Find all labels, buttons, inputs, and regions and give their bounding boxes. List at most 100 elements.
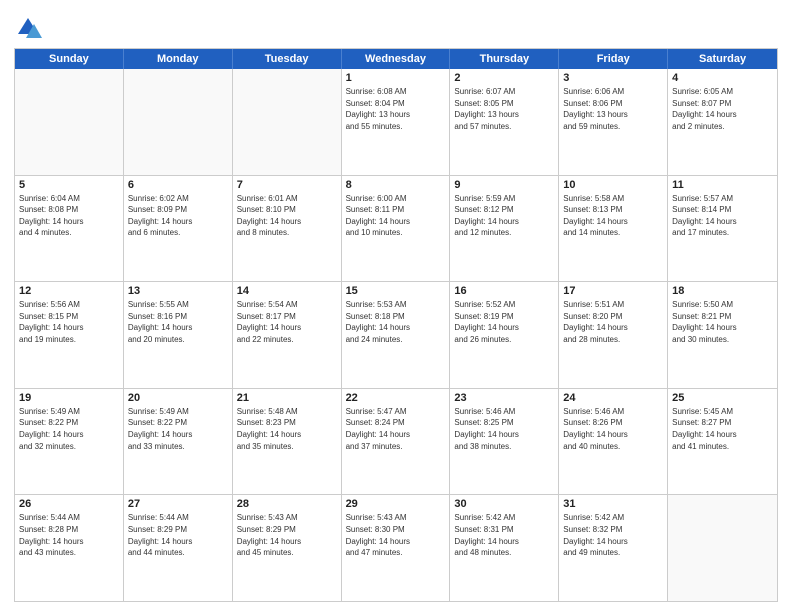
cell-day-number: 21 — [237, 392, 337, 404]
cell-info: Sunrise: 5:49 AM Sunset: 8:22 PM Dayligh… — [19, 406, 119, 452]
cell-day-number: 27 — [128, 498, 228, 510]
header-day-thursday: Thursday — [450, 49, 559, 69]
cell-day-number: 12 — [19, 285, 119, 297]
cal-row-3: 19 Sunrise: 5:49 AM Sunset: 8:22 PM Dayli… — [15, 388, 777, 495]
cal-row-1: 5 Sunrise: 6:04 AM Sunset: 8:08 PM Daylig… — [15, 175, 777, 282]
cell-info: Sunrise: 5:56 AM Sunset: 8:15 PM Dayligh… — [19, 299, 119, 345]
cell-day-number: 26 — [19, 498, 119, 510]
header-day-saturday: Saturday — [668, 49, 777, 69]
cal-cell-empty-0-2 — [233, 69, 342, 175]
cell-day-number: 24 — [563, 392, 663, 404]
cell-info: Sunrise: 5:47 AM Sunset: 8:24 PM Dayligh… — [346, 406, 446, 452]
cell-info: Sunrise: 5:46 AM Sunset: 8:25 PM Dayligh… — [454, 406, 554, 452]
logo-icon — [14, 14, 42, 42]
cell-day-number: 15 — [346, 285, 446, 297]
cal-cell-24: 24 Sunrise: 5:46 AM Sunset: 8:26 PM Dayli… — [559, 389, 668, 495]
cal-cell-17: 17 Sunrise: 5:51 AM Sunset: 8:20 PM Dayli… — [559, 282, 668, 388]
cell-info: Sunrise: 6:08 AM Sunset: 8:04 PM Dayligh… — [346, 86, 446, 132]
header-day-tuesday: Tuesday — [233, 49, 342, 69]
cell-info: Sunrise: 5:46 AM Sunset: 8:26 PM Dayligh… — [563, 406, 663, 452]
cal-cell-10: 10 Sunrise: 5:58 AM Sunset: 8:13 PM Dayli… — [559, 176, 668, 282]
cal-cell-2: 2Sunrise: 6:07 AM Sunset: 8:05 PM Daylig… — [450, 69, 559, 175]
calendar: SundayMondayTuesdayWednesdayThursdayFrid… — [14, 48, 778, 602]
cal-cell-6: 6 Sunrise: 6:02 AM Sunset: 8:09 PM Daylig… — [124, 176, 233, 282]
cal-cell-15: 15 Sunrise: 5:53 AM Sunset: 8:18 PM Dayli… — [342, 282, 451, 388]
cal-cell-4: 4 Sunrise: 6:05 AM Sunset: 8:07 PM Daylig… — [668, 69, 777, 175]
cal-cell-5: 5 Sunrise: 6:04 AM Sunset: 8:08 PM Daylig… — [15, 176, 124, 282]
cal-cell-empty-0-1 — [124, 69, 233, 175]
header-day-monday: Monday — [124, 49, 233, 69]
cal-cell-empty-0-0 — [15, 69, 124, 175]
cal-cell-21: 21 Sunrise: 5:48 AM Sunset: 8:23 PM Dayli… — [233, 389, 342, 495]
cal-row-0: 1Sunrise: 6:08 AM Sunset: 8:04 PM Daylig… — [15, 69, 777, 175]
cell-info: Sunrise: 6:00 AM Sunset: 8:11 PM Dayligh… — [346, 193, 446, 239]
cal-row-4: 26Sunrise: 5:44 AM Sunset: 8:28 PM Dayli… — [15, 494, 777, 601]
cell-day-number: 6 — [128, 179, 228, 191]
cal-cell-13: 13 Sunrise: 5:55 AM Sunset: 8:16 PM Dayli… — [124, 282, 233, 388]
cell-info: Sunrise: 6:04 AM Sunset: 8:08 PM Dayligh… — [19, 193, 119, 239]
cell-info: Sunrise: 5:44 AM Sunset: 8:29 PM Dayligh… — [128, 512, 228, 558]
cell-info: Sunrise: 5:57 AM Sunset: 8:14 PM Dayligh… — [672, 193, 773, 239]
cell-info: Sunrise: 6:06 AM Sunset: 8:06 PM Dayligh… — [563, 86, 663, 132]
cell-info: Sunrise: 6:05 AM Sunset: 8:07 PM Dayligh… — [672, 86, 773, 132]
cal-cell-20: 20 Sunrise: 5:49 AM Sunset: 8:22 PM Dayli… — [124, 389, 233, 495]
cal-cell-19: 19 Sunrise: 5:49 AM Sunset: 8:22 PM Dayli… — [15, 389, 124, 495]
cal-cell-14: 14 Sunrise: 5:54 AM Sunset: 8:17 PM Dayli… — [233, 282, 342, 388]
cell-day-number: 11 — [672, 179, 773, 191]
cell-info: Sunrise: 5:49 AM Sunset: 8:22 PM Dayligh… — [128, 406, 228, 452]
cal-cell-25: 25 Sunrise: 5:45 AM Sunset: 8:27 PM Dayli… — [668, 389, 777, 495]
cal-cell-11: 11 Sunrise: 5:57 AM Sunset: 8:14 PM Dayli… — [668, 176, 777, 282]
cell-info: Sunrise: 5:45 AM Sunset: 8:27 PM Dayligh… — [672, 406, 773, 452]
cell-info: Sunrise: 5:51 AM Sunset: 8:20 PM Dayligh… — [563, 299, 663, 345]
calendar-body: 1Sunrise: 6:08 AM Sunset: 8:04 PM Daylig… — [15, 69, 777, 601]
cal-cell-18: 18 Sunrise: 5:50 AM Sunset: 8:21 PM Dayli… — [668, 282, 777, 388]
header-day-sunday: Sunday — [15, 49, 124, 69]
cell-day-number: 19 — [19, 392, 119, 404]
cell-info: Sunrise: 5:42 AM Sunset: 8:31 PM Dayligh… — [454, 512, 554, 558]
cell-day-number: 9 — [454, 179, 554, 191]
header-day-friday: Friday — [559, 49, 668, 69]
cell-info: Sunrise: 6:07 AM Sunset: 8:05 PM Dayligh… — [454, 86, 554, 132]
cell-info: Sunrise: 5:53 AM Sunset: 8:18 PM Dayligh… — [346, 299, 446, 345]
cal-cell-8: 8Sunrise: 6:00 AM Sunset: 8:11 PM Daylig… — [342, 176, 451, 282]
cell-info: Sunrise: 5:50 AM Sunset: 8:21 PM Dayligh… — [672, 299, 773, 345]
cell-day-number: 14 — [237, 285, 337, 297]
cell-info: Sunrise: 5:55 AM Sunset: 8:16 PM Dayligh… — [128, 299, 228, 345]
cell-day-number: 20 — [128, 392, 228, 404]
cell-day-number: 4 — [672, 72, 773, 84]
cal-cell-9: 9 Sunrise: 5:59 AM Sunset: 8:12 PM Daylig… — [450, 176, 559, 282]
cal-cell-28: 28Sunrise: 5:43 AM Sunset: 8:29 PM Dayli… — [233, 495, 342, 601]
cal-row-2: 12 Sunrise: 5:56 AM Sunset: 8:15 PM Dayli… — [15, 281, 777, 388]
cal-cell-23: 23Sunrise: 5:46 AM Sunset: 8:25 PM Dayli… — [450, 389, 559, 495]
cell-info: Sunrise: 6:01 AM Sunset: 8:10 PM Dayligh… — [237, 193, 337, 239]
cell-info: Sunrise: 5:42 AM Sunset: 8:32 PM Dayligh… — [563, 512, 663, 558]
cell-info: Sunrise: 5:58 AM Sunset: 8:13 PM Dayligh… — [563, 193, 663, 239]
cal-cell-31: 31Sunrise: 5:42 AM Sunset: 8:32 PM Dayli… — [559, 495, 668, 601]
cell-day-number: 18 — [672, 285, 773, 297]
logo — [14, 14, 46, 42]
cell-day-number: 5 — [19, 179, 119, 191]
cell-day-number: 10 — [563, 179, 663, 191]
cell-info: Sunrise: 5:43 AM Sunset: 8:29 PM Dayligh… — [237, 512, 337, 558]
cell-info: Sunrise: 5:48 AM Sunset: 8:23 PM Dayligh… — [237, 406, 337, 452]
cell-day-number: 16 — [454, 285, 554, 297]
calendar-header: SundayMondayTuesdayWednesdayThursdayFrid… — [15, 49, 777, 69]
cell-info: Sunrise: 5:59 AM Sunset: 8:12 PM Dayligh… — [454, 193, 554, 239]
cell-day-number: 7 — [237, 179, 337, 191]
cell-day-number: 30 — [454, 498, 554, 510]
cell-info: Sunrise: 6:02 AM Sunset: 8:09 PM Dayligh… — [128, 193, 228, 239]
cal-cell-empty-4-6 — [668, 495, 777, 601]
header-day-wednesday: Wednesday — [342, 49, 451, 69]
cal-cell-1: 1Sunrise: 6:08 AM Sunset: 8:04 PM Daylig… — [342, 69, 451, 175]
cell-info: Sunrise: 5:54 AM Sunset: 8:17 PM Dayligh… — [237, 299, 337, 345]
cell-day-number: 17 — [563, 285, 663, 297]
cal-cell-16: 16 Sunrise: 5:52 AM Sunset: 8:19 PM Dayli… — [450, 282, 559, 388]
cell-day-number: 25 — [672, 392, 773, 404]
cal-cell-3: 3 Sunrise: 6:06 AM Sunset: 8:06 PM Daylig… — [559, 69, 668, 175]
cell-day-number: 13 — [128, 285, 228, 297]
cell-day-number: 3 — [563, 72, 663, 84]
cal-cell-26: 26Sunrise: 5:44 AM Sunset: 8:28 PM Dayli… — [15, 495, 124, 601]
cell-info: Sunrise: 5:52 AM Sunset: 8:19 PM Dayligh… — [454, 299, 554, 345]
cal-cell-30: 30 Sunrise: 5:42 AM Sunset: 8:31 PM Dayli… — [450, 495, 559, 601]
cal-cell-12: 12 Sunrise: 5:56 AM Sunset: 8:15 PM Dayli… — [15, 282, 124, 388]
